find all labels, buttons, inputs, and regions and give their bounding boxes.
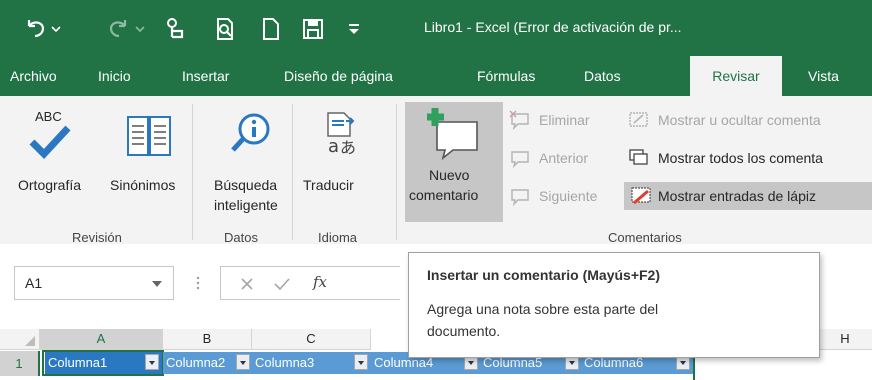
tab-vista[interactable]: Vista: [806, 56, 841, 96]
tab-formulas[interactable]: Fórmulas: [475, 56, 537, 96]
filter-arrow-icon: [240, 361, 246, 365]
tooltip: Insertar un comentario (Mayús+F2) Agrega…: [408, 252, 820, 358]
filter-arrow-icon: [358, 361, 364, 365]
new-comment-line1: Nuevo: [429, 167, 470, 183]
translate-button[interactable]: a あ Traducir: [300, 104, 372, 220]
book-icon: [127, 116, 171, 156]
group-label-comentarios: Comentarios: [608, 230, 682, 245]
new-comment-icon: [427, 108, 478, 160]
tooltip-title: Insertar un comentario (Mayús+F2): [427, 267, 661, 283]
previous-comment-button[interactable]: Anterior: [509, 146, 619, 170]
tab-archivo[interactable]: Archivo: [8, 56, 59, 96]
ink-pen-icon: [631, 187, 651, 205]
customize-qat-button[interactable]: [344, 16, 364, 42]
new-file-icon: [263, 18, 279, 40]
show-hide-comment-icon: [629, 112, 648, 127]
new-file-button[interactable]: [258, 16, 284, 42]
save-button[interactable]: [300, 16, 326, 42]
spelling-button[interactable]: ABC Ortografía: [14, 104, 102, 220]
delete-comment-icon: [509, 110, 529, 130]
formula-bar-grip[interactable]: [196, 274, 200, 292]
filter-arrow-icon: [149, 361, 155, 365]
window-title: Libro1 - Excel (Error de activación de p…: [424, 19, 682, 35]
formula-buttons: fx: [220, 266, 400, 300]
tab-datos[interactable]: Datos: [582, 56, 623, 96]
name-box[interactable]: A1: [14, 266, 174, 300]
enter-check-icon[interactable]: [273, 276, 291, 292]
smart-lookup-icon: [231, 113, 270, 152]
touch-hand-icon: [167, 18, 184, 39]
translate-icon: a あ: [327, 112, 356, 157]
translate-label: Traducir: [303, 177, 354, 193]
svg-text:あ: あ: [340, 138, 356, 157]
tab-revisar[interactable]: Revisar: [690, 56, 782, 96]
show-ink-label: Mostrar entradas de lápiz: [658, 188, 816, 204]
column-header-b[interactable]: B: [163, 329, 252, 350]
group-separator: [192, 104, 193, 240]
smart-lookup-line2: inteligente: [214, 197, 278, 213]
tooltip-text-line1: Agrega una nota sobre esta parte del: [427, 301, 659, 317]
ribbon-tabs: Archivo Inicio Insertar Diseño de página…: [0, 56, 872, 96]
thesaurus-label: Sinónimos: [110, 177, 176, 193]
spelling-label: Ortografía: [18, 177, 82, 193]
new-comment-button[interactable]: Nuevo comentario: [405, 102, 503, 222]
show-hide-comment-label: Mostrar u ocultar comenta: [658, 112, 821, 128]
tooltip-text-line2: documento.: [427, 323, 501, 339]
next-comment-label: Siguiente: [539, 188, 598, 204]
svg-text:a: a: [328, 136, 339, 157]
redo-icon: [109, 20, 145, 38]
group-separator: [292, 104, 293, 240]
show-hide-comment-button[interactable]: Mostrar u ocultar comenta: [626, 108, 872, 132]
show-all-comments-icon: [629, 149, 648, 165]
undo-icon: [27, 20, 61, 38]
cancel-icon[interactable]: [239, 276, 255, 292]
undo-button[interactable]: [22, 16, 62, 42]
save-icon: [303, 19, 323, 39]
print-preview-icon: [217, 18, 233, 40]
previous-comment-label: Anterior: [539, 150, 589, 166]
group-label-revision: Revisión: [72, 230, 122, 245]
redo-button[interactable]: [104, 16, 148, 42]
thesaurus-button[interactable]: Sinónimos: [104, 104, 176, 220]
previous-comment-icon: [511, 151, 529, 168]
name-box-value: A1: [25, 275, 43, 291]
delete-comment-label: Eliminar: [539, 112, 590, 128]
column-header-c[interactable]: C: [252, 329, 371, 350]
tab-diseno-de-pagina[interactable]: Diseño de página: [282, 56, 395, 96]
filter-dropdown-button[interactable]: [354, 354, 368, 370]
next-comment-icon: [511, 189, 529, 206]
column-header-h[interactable]: H: [818, 329, 872, 350]
customize-dropdown-icon: [349, 24, 359, 34]
ribbon-review: ABC Ortografía Sinónimos Búsqueda inteli…: [0, 96, 872, 245]
tab-insertar[interactable]: Insertar: [180, 56, 231, 96]
smart-lookup-line1: Búsqueda: [214, 177, 278, 193]
chevron-down-icon: [152, 281, 162, 287]
print-preview-button[interactable]: [212, 16, 238, 42]
group-label-idioma: Idioma: [318, 230, 358, 245]
tab-inicio[interactable]: Inicio: [96, 56, 133, 96]
row-header-1[interactable]: 1: [0, 351, 40, 376]
smart-lookup-button[interactable]: Búsqueda inteligente: [204, 104, 292, 220]
group-label-datos: Datos: [224, 230, 258, 245]
checkmark-icon: [29, 125, 71, 160]
group-separator: [396, 104, 397, 240]
new-comment-line2: comentario: [409, 187, 479, 203]
touch-mode-button[interactable]: [162, 16, 190, 42]
filter-dropdown-button[interactable]: [145, 354, 159, 370]
show-ink-button[interactable]: Mostrar entradas de lápiz: [624, 182, 872, 210]
insert-function-icon[interactable]: fx: [313, 273, 327, 291]
show-all-comments-button[interactable]: Mostrar todos los comenta: [626, 146, 872, 170]
delete-comment-button[interactable]: Eliminar: [509, 108, 619, 132]
next-comment-button[interactable]: Siguiente: [509, 184, 619, 208]
filter-dropdown-button[interactable]: [236, 354, 250, 370]
select-all-triangle-icon: [25, 336, 35, 346]
grip-dots-icon: [196, 276, 200, 290]
select-all-corner[interactable]: [0, 329, 40, 350]
show-all-comments-label: Mostrar todos los comenta: [658, 150, 823, 166]
title-bar: Libro1 - Excel (Error de activación de p…: [0, 0, 872, 56]
column-header-a[interactable]: A: [40, 329, 163, 350]
